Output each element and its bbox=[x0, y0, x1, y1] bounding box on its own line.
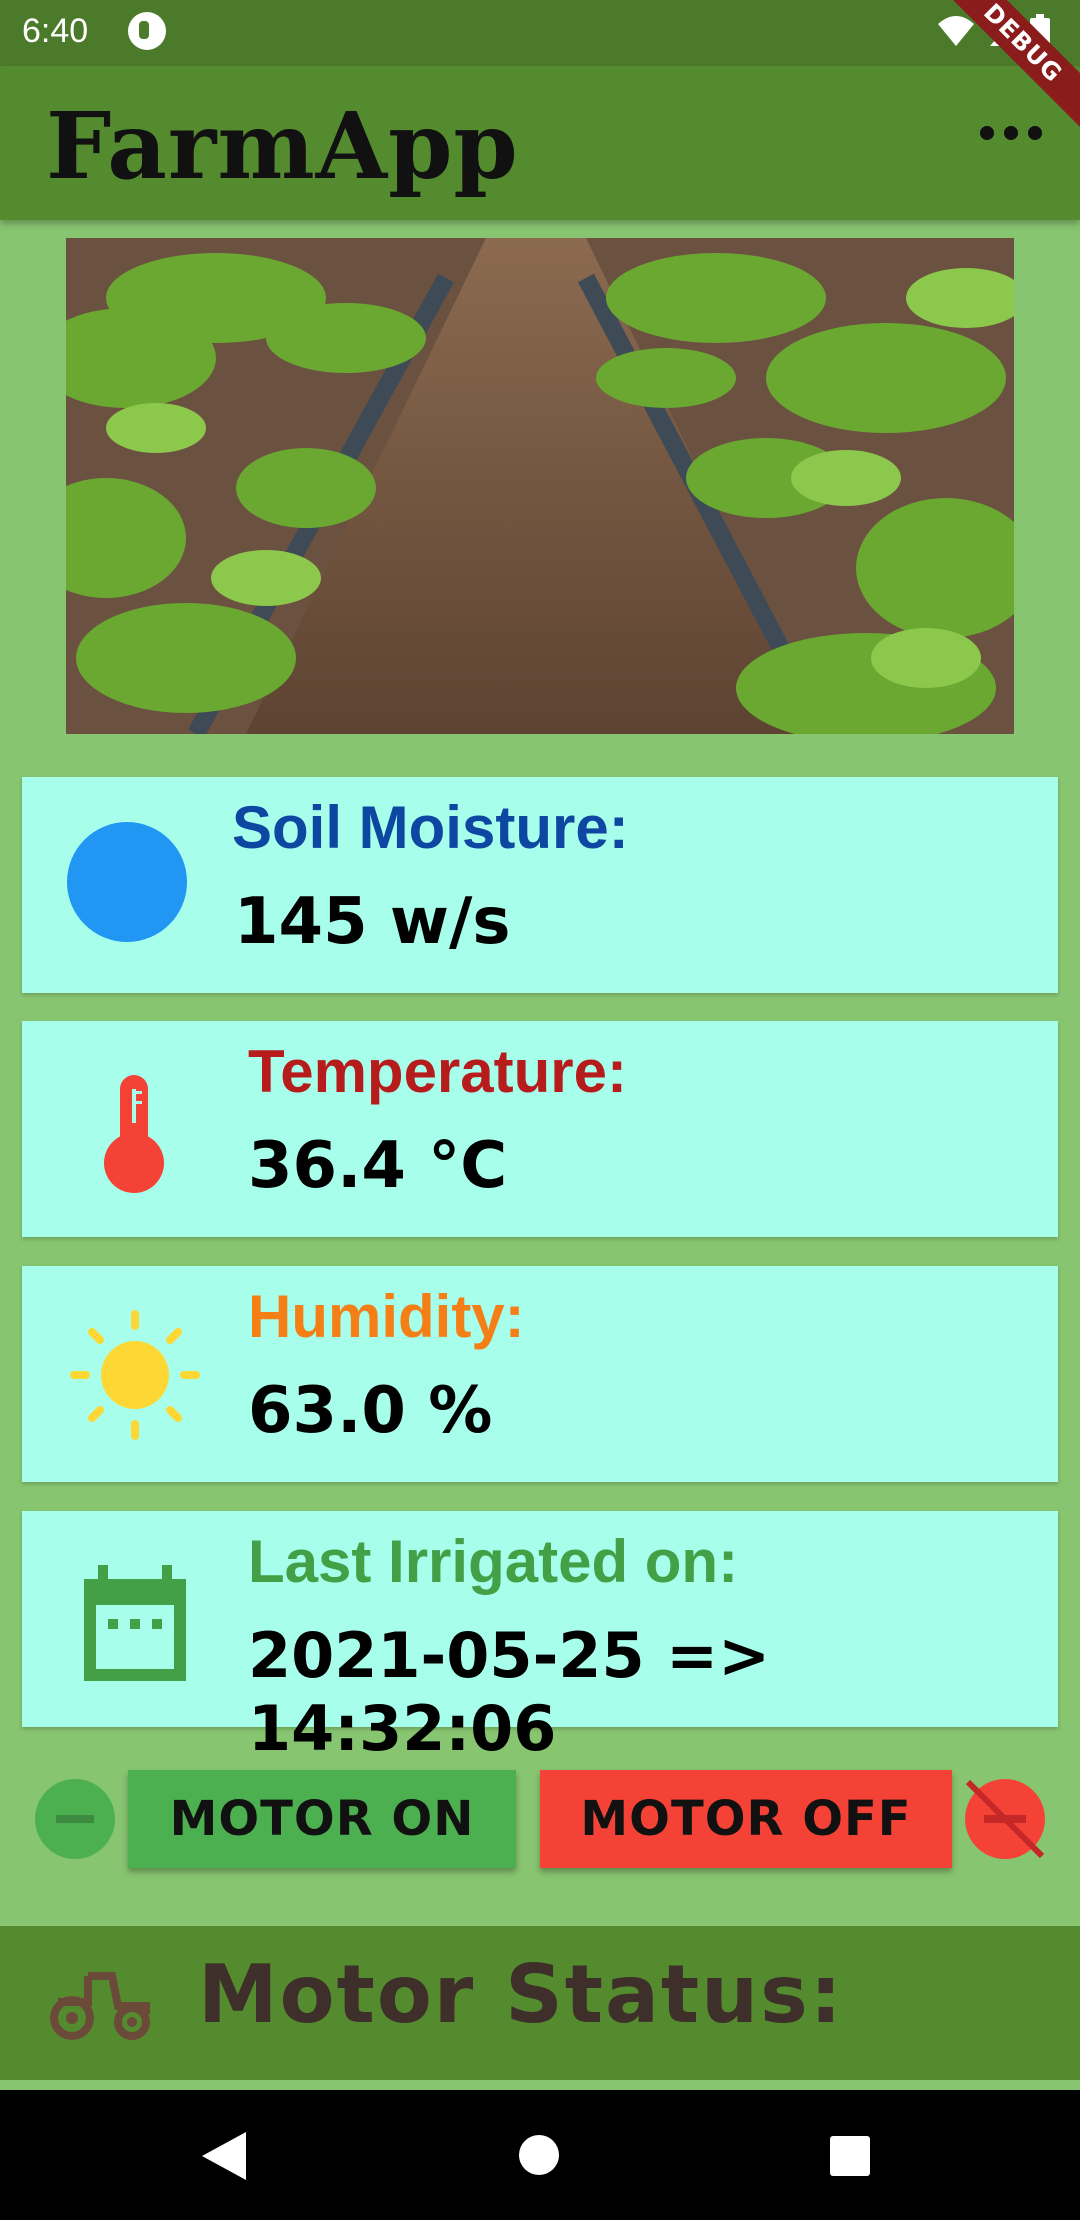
debug-label: DEBUG bbox=[928, 0, 1080, 138]
humidity-card: Humidity: 63.0 % bbox=[22, 1266, 1058, 1482]
back-icon[interactable] bbox=[202, 2132, 246, 2180]
soil-moisture-value: 145 w/s bbox=[234, 885, 511, 959]
home-icon[interactable] bbox=[518, 2134, 560, 2176]
humidity-label: Humidity: bbox=[248, 1283, 525, 1350]
remove-circle-icon bbox=[35, 1779, 115, 1859]
thermometer-icon bbox=[104, 1075, 164, 1193]
temperature-card: Temperature: 36.4 °C bbox=[22, 1021, 1058, 1237]
last-irrigated-card: Last Irrigated on: 2021-05-25 => 14:32:0… bbox=[22, 1511, 1058, 1765]
tractor-icon bbox=[50, 1972, 150, 2040]
system-nav-bar bbox=[0, 2090, 1080, 2220]
motor-status-bar: Motor Status: bbox=[0, 1926, 1080, 2080]
last-irrigated-label: Last Irrigated on: bbox=[248, 1528, 739, 1595]
status-bar: 6:40 bbox=[0, 0, 1080, 66]
motor-controls: MOTOR ON MOTOR OFF bbox=[0, 1752, 1080, 1882]
calendar-icon bbox=[84, 1565, 186, 1681]
field-photo bbox=[66, 238, 1014, 734]
motor-off-button[interactable]: MOTOR OFF bbox=[540, 1770, 952, 1868]
motor-on-button[interactable]: MOTOR ON bbox=[128, 1770, 516, 1868]
app-bar: FarmApp bbox=[0, 66, 1080, 220]
motor-status-label: Motor Status: bbox=[198, 1948, 844, 2041]
sun-icon bbox=[70, 1310, 200, 1440]
soil-moisture-card: Soil Moisture: 145 w/s bbox=[22, 777, 1058, 993]
soil-circle-icon bbox=[67, 822, 187, 942]
do-not-disturb-icon bbox=[965, 1779, 1045, 1859]
field-photo-illustration bbox=[66, 238, 1014, 734]
humidity-value: 63.0 % bbox=[248, 1374, 493, 1448]
temperature-value: 36.4 °C bbox=[248, 1129, 508, 1203]
temperature-label: Temperature: bbox=[248, 1038, 627, 1105]
debug-ribbon: DEBUG bbox=[920, 0, 1080, 160]
app-title: FarmApp bbox=[46, 92, 519, 200]
soil-moisture-label: Soil Moisture: bbox=[232, 794, 629, 861]
recents-icon[interactable] bbox=[830, 2136, 870, 2176]
notification-icon bbox=[128, 12, 166, 50]
last-irrigated-value: 2021-05-25 => 14:32:06 bbox=[248, 1619, 771, 1765]
status-time: 6:40 bbox=[22, 12, 89, 50]
